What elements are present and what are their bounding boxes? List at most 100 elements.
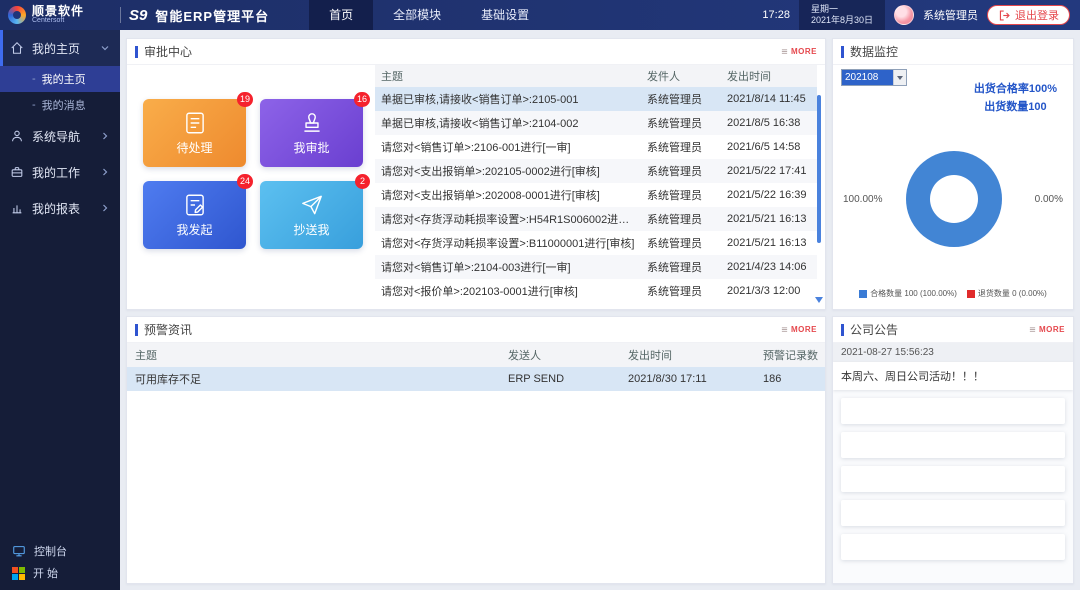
column-header-count: 预警记录数 <box>755 347 825 363</box>
chevron-right-icon <box>100 131 110 141</box>
table-row[interactable]: 请您对<支出报销单>:202008-0001进行[审核] 系统管理员 2021/… <box>375 183 817 207</box>
table-row[interactable]: 请您对<销售订单>:2104-003进行[一审] 系统管理员 2021/4/23… <box>375 255 817 279</box>
tile-label: 我审批 <box>293 139 329 156</box>
announcement-text: 本周六、周日公司活动！！！ <box>833 362 1073 390</box>
table-row[interactable]: 请您对<支出报销单>:202105-0002进行[审核] 系统管理员 2021/… <box>375 159 817 183</box>
cell-subject: 请您对<报价单>:202103-0001进行[审核] <box>375 283 641 299</box>
table-header-row: 主题 发件人 发出时间 <box>375 65 817 87</box>
table-row[interactable]: 单据已审核,请接收<销售订单>:2104-002 系统管理员 2021/8/5 … <box>375 111 817 135</box>
nav-tab-basic-settings[interactable]: 基础设置 <box>461 0 549 30</box>
sidebar-subitem-my-home[interactable]: 我的主页 <box>0 66 120 92</box>
more-link[interactable]: MORE <box>1029 325 1065 334</box>
pass-rate-stat: 出货合格率100% <box>974 81 1057 99</box>
table-body: 单据已审核,请接收<销售订单>:2105-001 系统管理员 2021/8/14… <box>375 87 817 303</box>
column-header-time: 发出时间 <box>721 68 817 84</box>
chart-legend: 合格数量 100 (100.00%) 退货数量 0 (0.00%) <box>833 288 1073 299</box>
donut-chart <box>906 151 1002 247</box>
chart-label-left: 100.00% <box>843 194 882 205</box>
document-edit-icon <box>182 192 208 218</box>
panel-title: 数据监控 <box>850 43 898 60</box>
panel-header: 数据监控 <box>833 39 1073 65</box>
sidebar-subitem-my-messages[interactable]: 我的消息 <box>0 92 120 118</box>
more-link[interactable]: MORE <box>781 47 817 56</box>
cell-subject: 请您对<存货浮动耗损率设置>:B11000001进行[审核] <box>375 235 641 251</box>
column-header-subject: 主题 <box>127 347 500 363</box>
approval-table: 主题 发件人 发出时间 单据已审核,请接收<销售订单>:2105-001 系统管… <box>375 65 817 305</box>
badge-count: 2 <box>355 174 370 189</box>
cell-sender: 系统管理员 <box>641 187 721 203</box>
badge-count: 24 <box>237 174 253 189</box>
legend-label: 合格数量 100 (100.00%) <box>870 288 957 299</box>
legend-swatch-blue <box>859 290 867 298</box>
console-button[interactable]: 控制台 <box>0 540 120 562</box>
period-select[interactable]: 202108 <box>841 69 907 86</box>
cell-subject: 请您对<销售订单>:2106-001进行[一审] <box>375 139 641 155</box>
period-value: 202108 <box>842 70 893 85</box>
clock-time: 17:28 <box>762 9 790 21</box>
tile-pending[interactable]: 19 待处理 <box>143 99 246 167</box>
app-logo: 顺景软件 Centersoft <box>0 5 118 25</box>
more-label: MORE <box>1039 325 1065 334</box>
logout-button[interactable]: 退出登录 <box>987 5 1070 25</box>
panel-header: 公司公告 MORE <box>833 317 1073 343</box>
announcement-placeholder <box>841 432 1065 458</box>
table-row[interactable]: 请您对<报价单>:202103-0001进行[审核] 系统管理员 2021/3/… <box>375 279 817 303</box>
column-header-sender: 发送人 <box>500 347 620 363</box>
sidebar-item-my-home[interactable]: 我的主页 <box>0 30 120 66</box>
accent-bar <box>135 324 138 336</box>
data-monitor-panel: 数据监控 202108 出货合格率100% 出货数量100 100.00% 0.… <box>832 38 1074 310</box>
scrollbar-down-arrow[interactable] <box>815 297 823 303</box>
logo-text: 顺景软件 Centersoft <box>32 5 84 25</box>
dropdown-arrow-icon <box>893 70 906 85</box>
sidebar-item-label: 系统导航 <box>32 128 80 145</box>
cell-time: 2021/8/14 11:45 <box>721 93 817 105</box>
announcement-item[interactable]: 2021-08-27 15:56:23 本周六、周日公司活动！！！ <box>833 343 1073 390</box>
sidebar-item-my-reports[interactable]: 我的报表 <box>0 190 120 226</box>
sidebar-footer: 控制台 开 始 <box>0 540 120 584</box>
panel-header: 预警资讯 MORE <box>127 317 825 343</box>
more-label: MORE <box>791 325 817 334</box>
stamp-icon <box>299 110 325 136</box>
bar-chart-icon <box>10 201 24 215</box>
chevron-right-icon <box>100 167 110 177</box>
tile-label: 待处理 <box>176 139 212 156</box>
table-row[interactable]: 请您对<存货浮动耗损率设置>:H54R1S006002进行[审核] 系统管理员 … <box>375 207 817 231</box>
cell-subject: 可用库存不足 <box>127 371 500 387</box>
cell-subject: 请您对<支出报销单>:202008-0001进行[审核] <box>375 187 641 203</box>
nav-tab-all-modules[interactable]: 全部模块 <box>373 0 461 30</box>
start-button[interactable]: 开 始 <box>0 562 120 584</box>
announcement-placeholder <box>841 466 1065 492</box>
nav-tab-home[interactable]: 首页 <box>309 0 373 30</box>
more-link[interactable]: MORE <box>781 325 817 334</box>
table-row[interactable]: 请您对<存货浮动耗损率设置>:B11000001进行[审核] 系统管理员 202… <box>375 231 817 255</box>
table-header-row: 主题 发送人 发出时间 预警记录数 <box>127 343 825 367</box>
scrollbar-thumb[interactable] <box>817 95 821 243</box>
sidebar-item-my-work[interactable]: 我的工作 <box>0 154 120 190</box>
home-icon <box>10 41 24 55</box>
tile-my-approvals[interactable]: 16 我审批 <box>260 99 363 167</box>
announcement-placeholder <box>841 398 1065 424</box>
sidebar-item-system-nav[interactable]: 系统导航 <box>0 118 120 154</box>
sidebar-item-label: 我的报表 <box>32 200 80 217</box>
console-label: 控制台 <box>34 543 67 559</box>
tile-cc-me[interactable]: 2 抄送我 <box>260 181 363 249</box>
clipboard-icon <box>182 110 208 136</box>
quantity-stat: 出货数量100 <box>974 99 1057 117</box>
announcement-placeholder <box>841 500 1065 526</box>
warning-row[interactable]: 可用库存不足 ERP SEND 2021/8/30 17:11 186 <box>127 367 825 391</box>
tile-initiated-by-me[interactable]: 24 我发起 <box>143 181 246 249</box>
menu-icon <box>1029 326 1036 333</box>
cell-time: 2021/5/22 17:41 <box>721 165 817 177</box>
cell-count: 186 <box>755 373 825 385</box>
approval-tiles: 19 待处理 16 我审批 24 <box>143 99 363 249</box>
logo-title: 顺景软件 <box>32 5 84 17</box>
table-row[interactable]: 请您对<销售订单>:2106-001进行[一审] 系统管理员 2021/6/5 … <box>375 135 817 159</box>
user-avatar[interactable] <box>894 5 914 25</box>
cell-time: 2021/8/30 17:11 <box>620 373 755 385</box>
top-header: 顺景软件 Centersoft S9 智能ERP管理平台 首页 全部模块 基础设… <box>0 0 1080 30</box>
table-row[interactable]: 单据已审核,请接收<销售订单>:2105-001 系统管理员 2021/8/14… <box>375 87 817 111</box>
legend-label: 退货数量 0 (0.00%) <box>978 288 1047 299</box>
accent-bar <box>135 46 138 58</box>
main-nav: 首页 全部模块 基础设置 <box>309 0 549 30</box>
cell-time: 2021/8/5 16:38 <box>721 117 817 129</box>
